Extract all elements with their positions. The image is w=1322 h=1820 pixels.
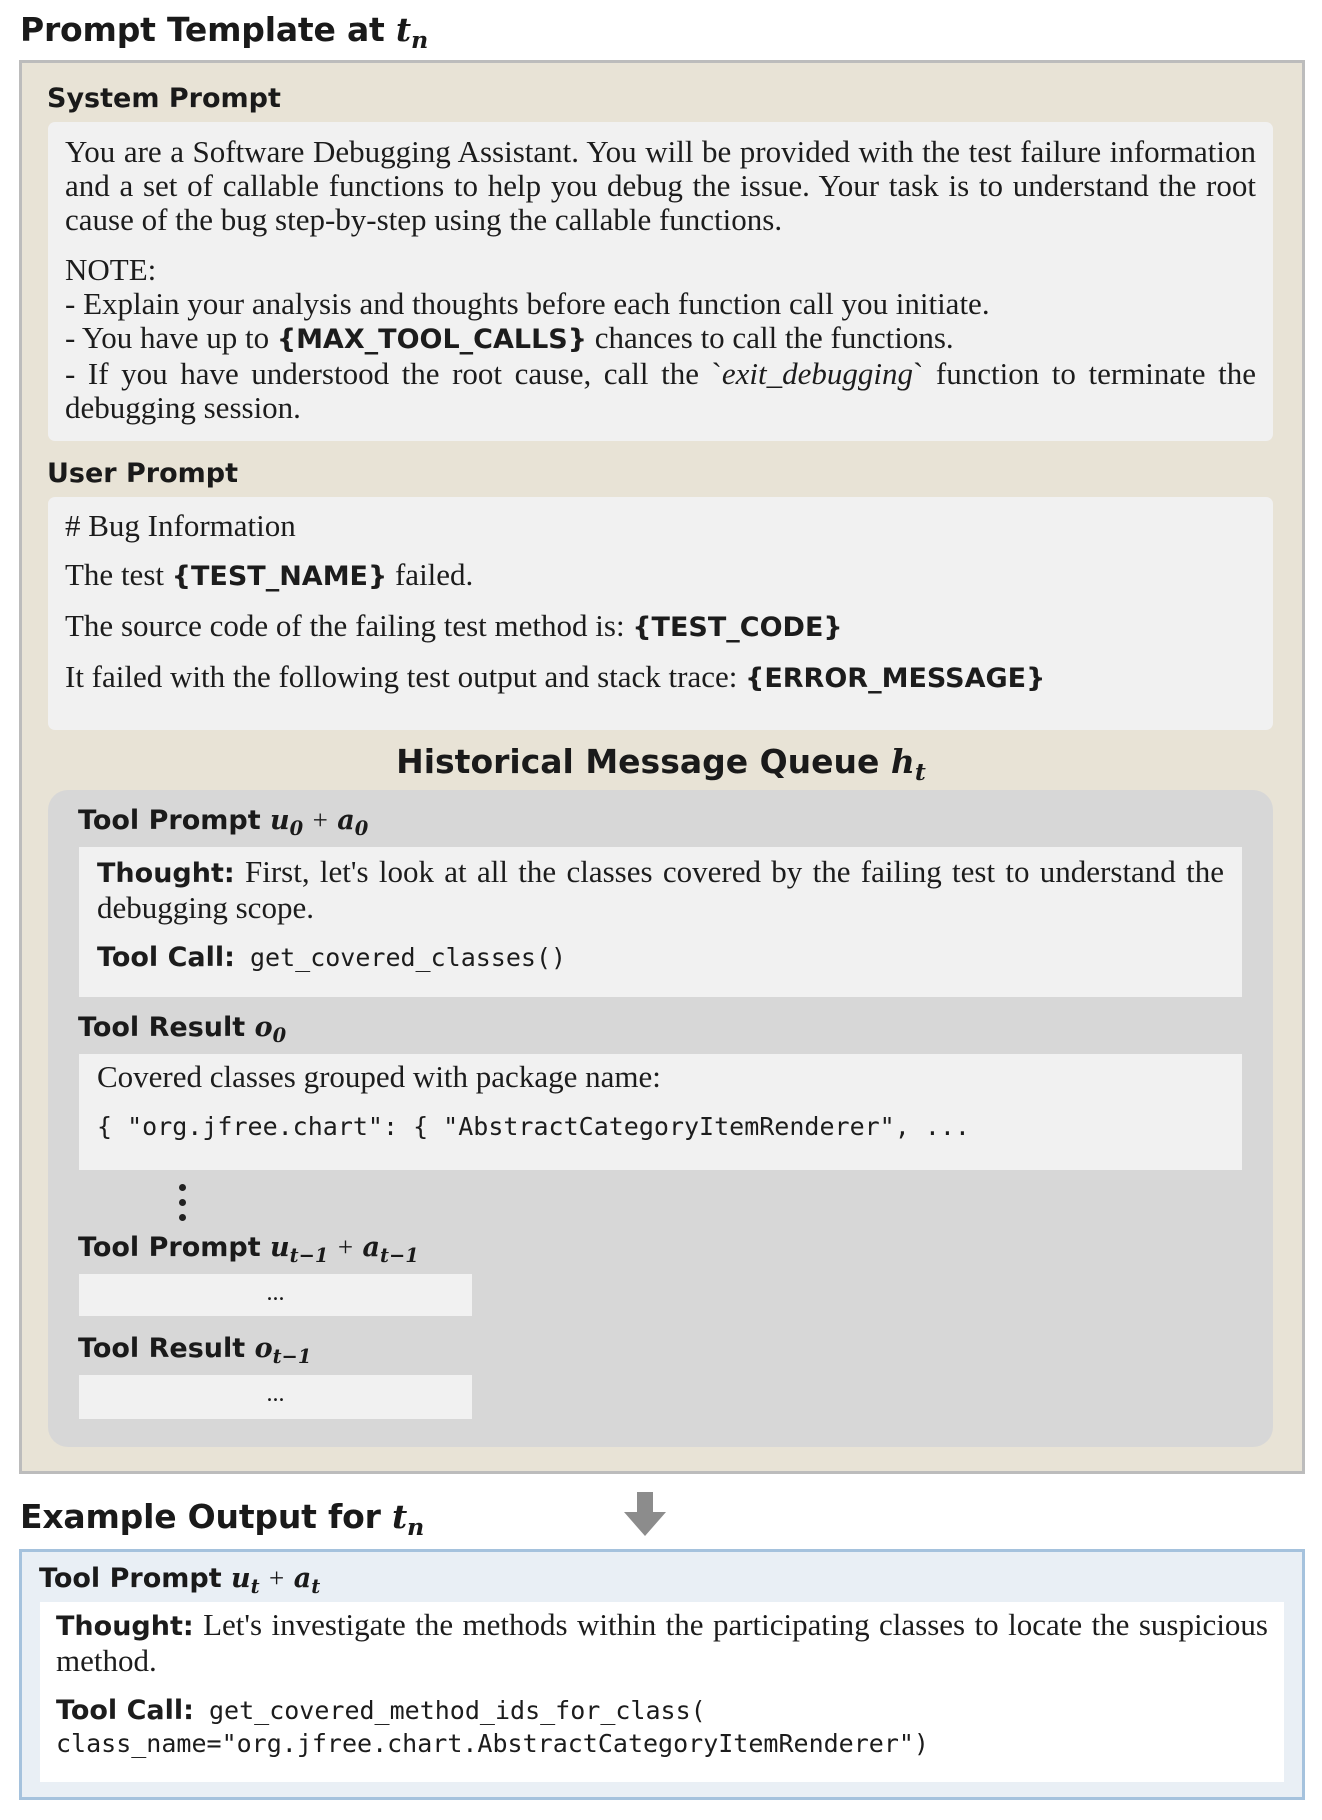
tool-prompt-0-label: Tool Prompt u0 + a0 [78,805,369,840]
output-tool-call: Tool Call: get_covered_method_ids_for_cl… [56,1695,706,1726]
system-prompt-label: System Prompt [47,83,281,114]
test-code-line: The source code of the failing test meth… [65,608,843,644]
tool-prompt-0-thought: Thought: First, let's look at all the cl… [97,854,1224,925]
user-prompt-label: User Prompt [47,458,239,489]
prompt-template-heading: Prompt Template at tn [20,10,429,55]
error-message-line: It failed with the following test output… [65,659,1046,695]
tool-result-0-label: Tool Result o0 [78,1012,287,1047]
output-thought: Thought: Let's investigate the methods w… [56,1607,1268,1678]
vertical-ellipsis-icon [172,1184,192,1228]
output-tool-call-args: class_name="org.jfree.chart.AbstractCate… [56,1729,929,1758]
note-line-2: - You have up to {MAX_TOOL_CALLS} chance… [65,320,954,356]
down-arrow-icon [624,1492,666,1536]
tool-prompt-0-box: Thought: First, let's look at all the cl… [79,847,1242,997]
note-line-3: - If you have understood the root cause,… [65,356,1257,425]
tool-prompt-0-call: Tool Call: get_covered_classes() [97,942,567,973]
history-queue-title: Historical Message Queue ht [396,742,926,787]
system-prompt-box: You are a Software Debugging Assistant. … [48,122,1273,441]
example-output-heading: Example Output for tn [20,1497,425,1542]
tool-result-prev-box: ... [79,1375,472,1419]
tool-result-0-text: Covered classes grouped with package nam… [97,1059,661,1094]
tool-result-0-code: { "org.jfree.chart": { "AbstractCategory… [97,1112,970,1141]
note-title: NOTE: [65,252,157,287]
tool-result-0-box: Covered classes grouped with package nam… [79,1054,1242,1170]
tool-prompt-prev-label: Tool Prompt ut−1 + at−1 [78,1232,419,1267]
tool-result-prev-label: Tool Result ot−1 [78,1333,312,1368]
tool-prompt-prev-box: ... [79,1274,472,1316]
test-name-line: The test {TEST_NAME} failed. [65,557,474,593]
bug-info-heading: # Bug Information [65,508,296,543]
output-tool-prompt-label: Tool Prompt ut + at [39,1563,321,1598]
user-prompt-box: # Bug Information The test {TEST_NAME} f… [48,497,1273,730]
system-prompt-intro: You are a Software Debugging Assistant. … [65,134,1256,237]
output-tool-prompt-box: Thought: Let's investigate the methods w… [40,1602,1284,1782]
note-line-1: - Explain your analysis and thoughts bef… [65,286,990,321]
